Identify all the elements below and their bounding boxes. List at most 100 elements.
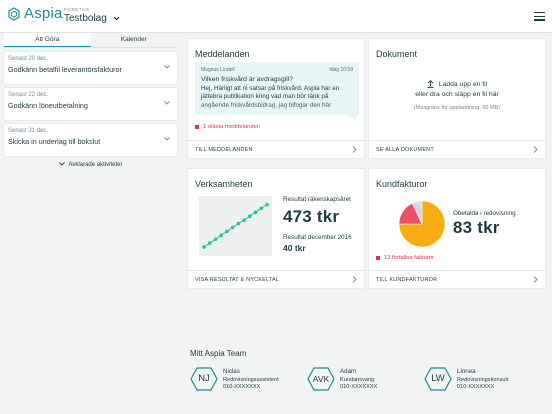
upload-dropzone[interactable]: Ladda upp en fil eller dra och släpp en … <box>369 80 545 111</box>
task-date: Senast 20 dec. <box>8 56 49 62</box>
message-preview[interactable]: Magnus Lindell Idag 10:59 Vilken friskvå… <box>195 62 359 115</box>
data-point <box>236 221 241 226</box>
chevron-down-icon <box>113 16 120 21</box>
task-item[interactable]: Senast 20 dec. Godkänn betalfil leverant… <box>4 52 177 84</box>
member-phone[interactable]: 010-XXXXXXX <box>457 384 508 390</box>
chevron-down-icon <box>58 162 65 166</box>
data-point <box>248 214 252 219</box>
task-date: Senast 22 dec. <box>8 92 49 98</box>
chevron-down-icon <box>164 65 170 69</box>
task-item[interactable]: Senast 31 dec. Skicka in underlag till b… <box>4 124 177 156</box>
team-member: AVK Adam Kundansvarig 010-XXXXXXX <box>307 367 377 391</box>
footer-label: TILL KUNDFAKTUROR <box>376 277 438 283</box>
tab-kalender[interactable]: Kalender <box>91 33 178 47</box>
series-line <box>203 204 268 248</box>
footer-label: VISA RESULTAT & NYCKELTAL <box>195 277 280 283</box>
member-initials: LW <box>431 373 445 384</box>
footer-label: SE ALLA DOKUMENT <box>376 147 434 153</box>
member-initials: NJ <box>198 373 210 384</box>
task-date: Senast 31 dec. <box>8 128 49 134</box>
team-title: Mitt Aspia Team <box>190 349 247 358</box>
member-phone[interactable]: 010-XXXXXXX <box>223 384 279 390</box>
company-label: FÖRETAG <box>64 7 90 12</box>
member-avatar[interactable]: LW <box>424 367 452 391</box>
chevron-right-icon <box>352 146 357 153</box>
team-member: NJ Niclas Redovisningsassistent 010-XXXX… <box>190 367 279 391</box>
chevron-right-icon <box>533 146 538 153</box>
unpaid-value: 83 tkr <box>453 218 500 237</box>
bubble-tail <box>348 115 356 121</box>
sidebar: Att Göra Kalender Senast 20 dec. Godkänn… <box>0 33 181 414</box>
data-point <box>230 225 235 230</box>
unread-count: 1 olästa meddelanden <box>195 124 260 130</box>
top-bar: Aspia FÖRETAG Testbolag <box>0 0 552 33</box>
unpaid-label: Obetalda i redovisning <box>453 210 516 217</box>
member-role: Kundansvarig <box>340 376 375 383</box>
show-results-link[interactable]: VISA RESULTAT & NYCKELTAL <box>188 270 364 288</box>
data-point <box>259 206 264 211</box>
member-initials: AVK <box>312 374 330 384</box>
card-title: Meddelanden <box>195 49 250 59</box>
upload-label: Ladda upp en fil <box>438 80 488 88</box>
task-title: Godkänn betalfil leverantörsfakturor <box>8 65 122 74</box>
resolved-activities-label: Avklarade aktiviteter <box>68 162 123 168</box>
data-point <box>253 210 258 215</box>
card-title: Verksamheten <box>195 179 253 189</box>
chevron-down-icon <box>164 137 170 141</box>
data-point <box>265 202 269 207</box>
data-point <box>242 218 246 222</box>
member-name: Niclas <box>223 368 240 375</box>
resolved-activities-toggle[interactable]: Avklarade aktiviteter <box>0 162 181 168</box>
data-point <box>219 233 223 238</box>
aspia-logo-icon <box>8 6 20 21</box>
member-role: Redovisningsassistent <box>223 376 279 383</box>
to-messages-link[interactable]: TILL MEDDELANDEN <box>188 140 364 158</box>
see-all-documents-link[interactable]: SE ALLA DOKUMENT <box>369 140 545 158</box>
overdue-count: 13 förfallna fakturor <box>376 255 434 261</box>
line-chart-svg <box>202 202 269 249</box>
message-time: Idag 10:59 <box>329 67 353 73</box>
result-line-chart <box>199 196 272 256</box>
member-avatar[interactable]: AVK <box>307 367 335 391</box>
chevron-down-icon <box>164 101 170 105</box>
member-name: Adam <box>340 368 357 375</box>
task-title: Skicka in underlag till bokslut <box>8 137 101 146</box>
card-title: Kundfakturor <box>376 179 428 189</box>
result-value: 473 tkr <box>283 207 340 226</box>
to-invoices-link[interactable]: TILL KUNDFAKTUROR <box>369 270 545 288</box>
data-point <box>225 229 229 234</box>
tab-att-gora[interactable]: Att Göra <box>4 33 91 47</box>
member-role: Redovisningskonsult <box>457 376 509 383</box>
member-name: Linnea <box>457 368 476 375</box>
footer-label: TILL MEDDELANDEN <box>195 147 253 153</box>
member-avatar[interactable]: NJ <box>190 367 218 391</box>
card-title: Dokument <box>376 49 418 59</box>
invoice-pie-chart <box>398 200 446 248</box>
data-point <box>207 241 212 245</box>
member-phone[interactable]: 010-XXXXXXX <box>340 384 377 390</box>
message-subject: Vilken friskvård är avdragsgill? <box>201 76 294 83</box>
upload-icon <box>427 80 434 88</box>
hamburger-menu-icon[interactable] <box>534 12 545 21</box>
alert-square-icon <box>195 125 199 129</box>
data-point <box>213 237 218 242</box>
unread-label: 1 olästa meddelanden <box>203 124 261 130</box>
alert-square-icon <box>376 256 380 260</box>
drag-drop-label: eller dra och släpp en fil här <box>415 91 499 98</box>
data-point <box>202 245 206 249</box>
team-member: LW Linnea Redovisningskonsult 010-XXXXXX… <box>424 367 508 391</box>
task-title: Godkänn löneutbetalning <box>8 101 88 110</box>
month-result-value: 40 tkr <box>283 243 306 253</box>
task-item[interactable]: Senast 22 dec. Godkänn löneutbetalning <box>4 88 177 120</box>
chevron-right-icon <box>533 276 538 283</box>
result-label: Resultat räkenskapsåret <box>283 196 351 203</box>
aspia-logo[interactable]: Aspia <box>7 5 63 22</box>
month-result-label: Resultat december 2016 <box>283 234 352 241</box>
max-size-label: (Maxgräns för uppladdning: 50 MB) <box>413 105 501 111</box>
overdue-label: 13 förfallna fakturor <box>384 255 434 261</box>
sidebar-tabs: Att Göra Kalender <box>4 33 177 48</box>
logo-text: Aspia <box>24 5 63 22</box>
company-name: Testbolag <box>64 13 107 24</box>
chevron-right-icon <box>352 276 357 283</box>
company-selector[interactable]: FÖRETAG Testbolag <box>64 7 120 24</box>
